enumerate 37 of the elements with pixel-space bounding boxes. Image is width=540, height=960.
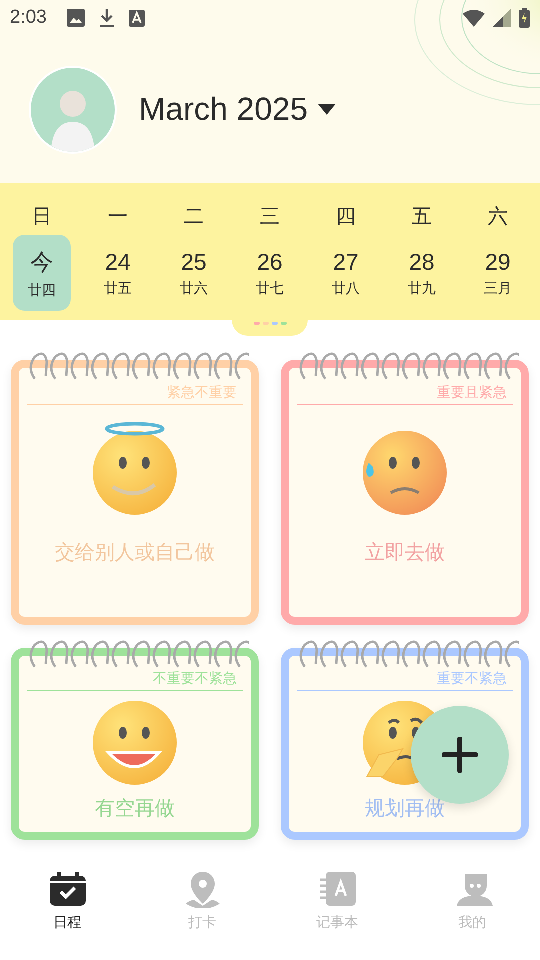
quadrant-tag: 不重要不紧急 [153,670,237,688]
status-time: 2:03 [10,7,47,29]
wifi-icon [463,10,485,26]
calendar-icon [48,870,88,908]
signal-icon [493,9,511,27]
date-cell[interactable]: 27 廿八 [317,235,375,311]
quadrant-label: 立即去做 [365,539,445,566]
date-cell[interactable]: 24 廿五 [89,235,147,311]
quadrant-tag: 重要不紧急 [437,670,507,688]
date-cell[interactable]: 29 三月 [469,235,527,311]
weekday-label: 一 [107,203,129,229]
month-selector[interactable]: March 2025 [139,91,336,128]
weekday-label: 六 [487,203,509,229]
date-cell[interactable]: 26 廿七 [241,235,299,311]
dropdown-caret-icon [318,104,336,115]
quadrant-label: 交给别人或自己做 [55,539,215,566]
quadrant-label: 规划再做 [365,795,445,822]
text-icon [128,10,145,26]
quadrant-tag: 重要且紧急 [437,384,507,402]
plus-icon [442,737,478,773]
date-cell[interactable]: 今 廿四 [13,235,71,311]
weekday-label: 三 [259,203,281,229]
image-icon [66,9,85,27]
notebook-icon [318,870,358,908]
weekday-label: 二 [183,203,205,229]
battery-icon [519,8,530,28]
quadrant-tag: 紧急不重要 [167,384,237,402]
date-cell[interactable]: 28 廿九 [393,235,451,311]
weekday-label: 日 [31,203,53,229]
nav-tab[interactable]: 日程 [0,860,135,960]
weekday-label: 五 [411,203,433,229]
smiling-halo-face-icon [91,421,179,517]
weekday-label: 四 [335,203,357,229]
quadrant-label: 有空再做 [95,795,175,822]
legend-tab[interactable] [232,320,308,336]
date-cell[interactable]: 25 廿六 [165,235,223,311]
download-icon [98,8,115,28]
